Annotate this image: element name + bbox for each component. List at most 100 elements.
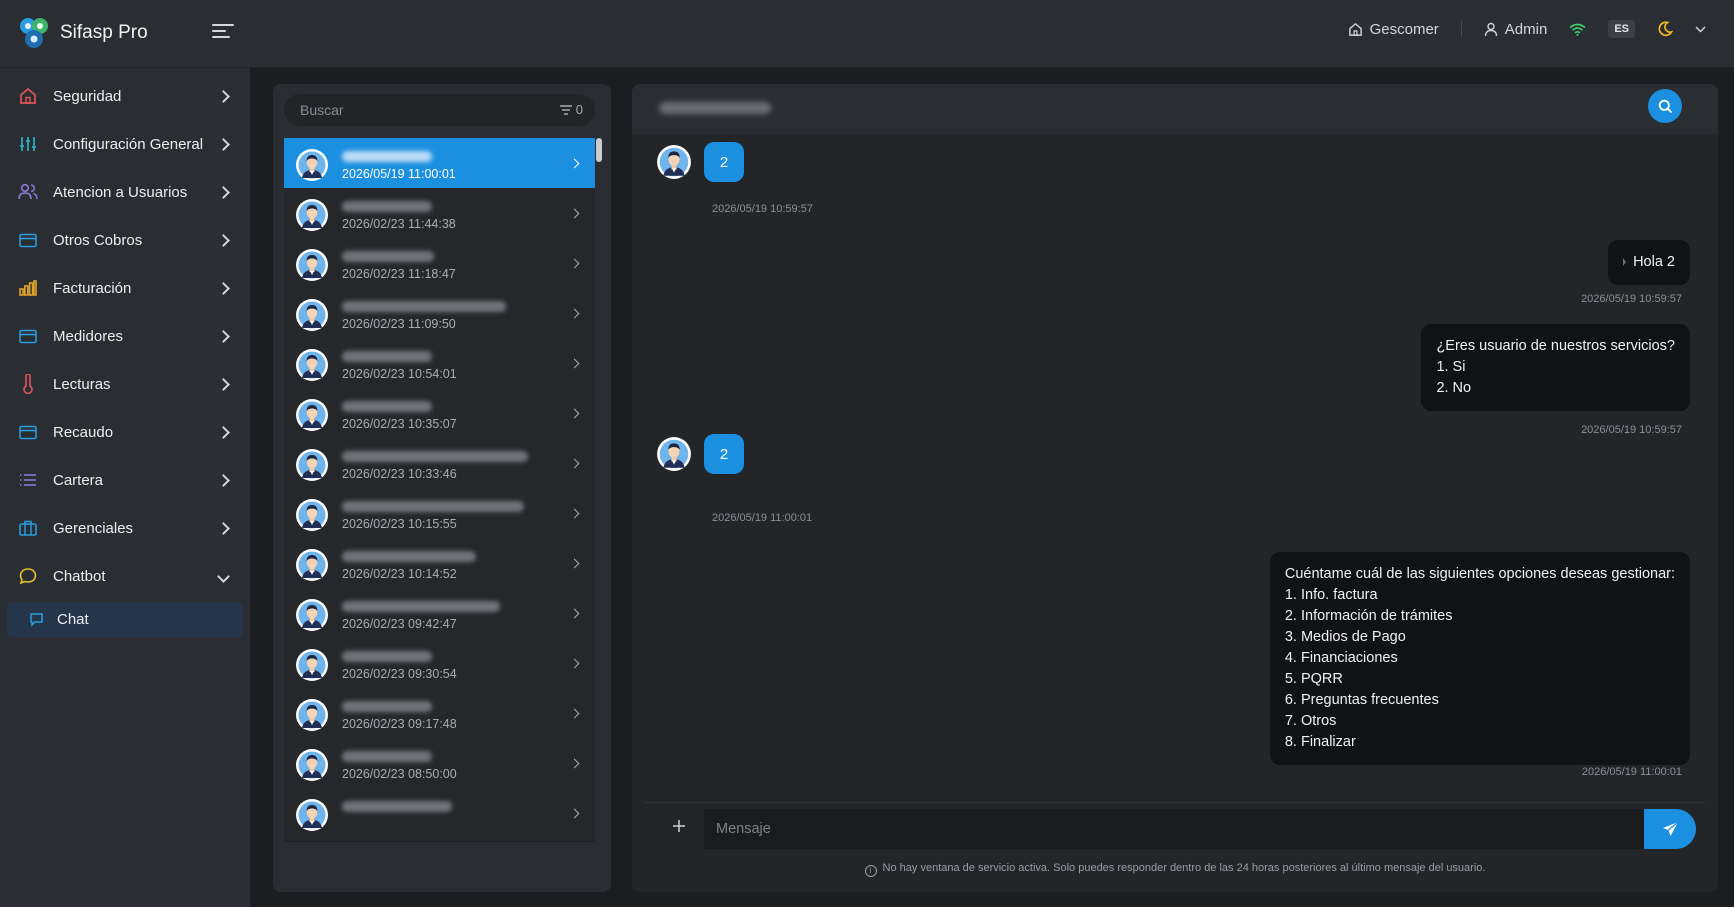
conversation-item[interactable]: 2026/02/23 10:35:07 — [284, 388, 595, 442]
sidebar-item-label: Seguridad — [53, 87, 122, 105]
conversation-item[interactable]: 2026/02/23 08:50:00 — [284, 738, 595, 792]
contact-name-redacted — [342, 751, 432, 762]
message-line: 1. Info. factura — [1284, 587, 1378, 603]
reply-indicator-icon — [1623, 258, 1627, 267]
sidebar-item-lecturas[interactable]: Lecturas — [0, 364, 250, 404]
chevron-right-icon — [569, 308, 580, 319]
chevron-down-icon[interactable] — [1695, 25, 1706, 33]
home-icon — [18, 86, 38, 106]
language-selector[interactable]: ES — [1608, 20, 1635, 38]
sidebar-item-chatbot[interactable]: Chatbot — [0, 556, 250, 596]
sidebar-item-cartera[interactable]: Cartera — [0, 460, 250, 500]
sidebar: Seguridad Configuración General Atencion… — [0, 68, 250, 907]
message-line: 3. Medios de Pago — [1284, 629, 1406, 645]
sidebar-item-label: Atencion a Usuarios — [53, 183, 188, 201]
conversation-item[interactable]: 2026/02/23 11:44:38 — [284, 188, 595, 242]
avatar-icon — [296, 299, 328, 331]
contact-avatar — [295, 348, 329, 382]
sidebar-subitem-chat[interactable]: Chat — [7, 602, 243, 637]
top-bar: Sifasp Pro Gescomer Admin ES — [0, 0, 1734, 68]
contact-avatar — [295, 398, 329, 432]
sidebar-item-atencion-usuarios[interactable]: Atencion a Usuarios — [0, 172, 250, 212]
attach-plus-icon[interactable] — [668, 815, 690, 837]
user-menu[interactable]: Admin — [1484, 21, 1547, 38]
info-icon: i — [864, 865, 877, 877]
filter-icon — [559, 104, 572, 115]
contact-name-redacted — [342, 401, 432, 412]
brand[interactable]: Sifasp Pro — [18, 16, 148, 50]
conversation-item[interactable]: 2026/02/23 09:42:47 — [284, 588, 595, 642]
contact-avatar — [295, 648, 329, 682]
sidebar-item-configuracion-general[interactable]: Configuración General — [0, 124, 250, 164]
avatar-icon — [296, 249, 328, 281]
chevron-right-icon — [217, 377, 230, 391]
avatar-icon — [296, 449, 328, 481]
conversation-item[interactable]: 2026/05/19 11:00:01 — [284, 138, 595, 192]
message-line: 6. Preguntas frecuentes — [1284, 692, 1439, 708]
menu-toggle-icon[interactable] — [212, 24, 234, 44]
company-selector[interactable]: Gescomer — [1348, 21, 1439, 38]
sidebar-item-recaudo[interactable]: Recaudo — [0, 412, 250, 452]
contact-name-redacted — [342, 301, 506, 312]
sidebar-item-label: Cartera — [53, 471, 104, 489]
incoming-message: 2 — [704, 142, 744, 182]
sidebar-item-seguridad[interactable]: Seguridad — [0, 76, 250, 116]
conversation-item[interactable] — [284, 788, 595, 842]
chevron-right-icon — [217, 281, 230, 295]
chevron-right-icon — [569, 608, 580, 619]
chevron-right-icon — [569, 158, 580, 169]
conversation-item[interactable]: 2026/02/23 11:18:47 — [284, 238, 595, 292]
search-icon — [1658, 99, 1672, 113]
sidebar-item-gerenciales[interactable]: Gerenciales — [0, 508, 250, 548]
chevron-right-icon — [217, 329, 230, 343]
wifi-icon — [1569, 23, 1586, 36]
users-icon — [18, 182, 38, 202]
conversation-item[interactable]: 2026/02/23 10:15:55 — [284, 488, 595, 542]
conversation-item[interactable]: 2026/02/23 11:09:50 — [284, 288, 595, 342]
moon-icon[interactable] — [1657, 21, 1673, 37]
avatar-icon — [296, 599, 328, 631]
conversation-time: 2026/02/23 09:17:48 — [342, 717, 457, 731]
contact-name-redacted — [342, 201, 432, 212]
sidebar-item-medidores[interactable]: Medidores — [0, 316, 250, 356]
contact-avatar — [295, 748, 329, 782]
sidebar-item-label: Configuración General — [53, 135, 204, 153]
scrollbar[interactable] — [596, 138, 602, 162]
app-logo-icon — [20, 18, 48, 48]
conversation-item[interactable]: 2026/02/23 10:33:46 — [284, 438, 595, 492]
sidebar-item-label: Facturación — [53, 279, 132, 297]
message-line: Hola 2 — [1623, 252, 1675, 273]
avatar-icon — [296, 799, 328, 831]
sidebar-item-otros-cobros[interactable]: Otros Cobros — [0, 220, 250, 260]
chevron-right-icon — [569, 208, 580, 219]
conversation-time: 2026/02/23 09:30:54 — [342, 667, 457, 681]
chat-bubble-icon — [18, 566, 38, 586]
user-icon — [1484, 22, 1497, 36]
contact-avatar — [295, 148, 329, 182]
conversation-time: 2026/02/23 10:15:55 — [342, 517, 457, 531]
conversation-search[interactable]: Buscar 0 — [284, 94, 595, 126]
filter-count: 0 — [575, 102, 583, 117]
sidebar-item-facturacion[interactable]: Facturación — [0, 268, 250, 308]
chevron-right-icon — [569, 258, 580, 269]
avatar-icon — [657, 145, 691, 179]
chat-search-button[interactable] — [1648, 89, 1682, 123]
conversation-time: 2026/02/23 10:14:52 — [342, 567, 457, 581]
conversation-item[interactable]: 2026/02/23 09:17:48 — [284, 688, 595, 742]
conversation-item[interactable]: 2026/02/23 10:54:01 — [284, 338, 595, 392]
filter-button[interactable]: 0 — [559, 102, 583, 117]
message-input[interactable] — [704, 809, 1644, 849]
message-line: 4. Financiaciones — [1284, 650, 1398, 666]
chevron-right-icon — [217, 473, 230, 487]
send-button[interactable] — [1644, 809, 1696, 849]
conversation-item[interactable]: 2026/02/23 09:30:54 — [284, 638, 595, 692]
conversation-item[interactable]: 2026/02/23 10:14:52 — [284, 538, 595, 592]
message-text: Hola 2 — [1633, 254, 1675, 270]
outgoing-message: Cuéntame cuál de las siguientes opciones… — [1269, 552, 1690, 765]
conversation-time: 2026/02/23 11:09:50 — [342, 317, 456, 331]
card-icon — [18, 326, 38, 346]
send-icon — [1662, 821, 1678, 836]
message-composer — [644, 802, 1706, 849]
conversation-time: 2026/02/23 11:44:38 — [342, 217, 456, 231]
contact-name-redacted — [342, 801, 452, 812]
